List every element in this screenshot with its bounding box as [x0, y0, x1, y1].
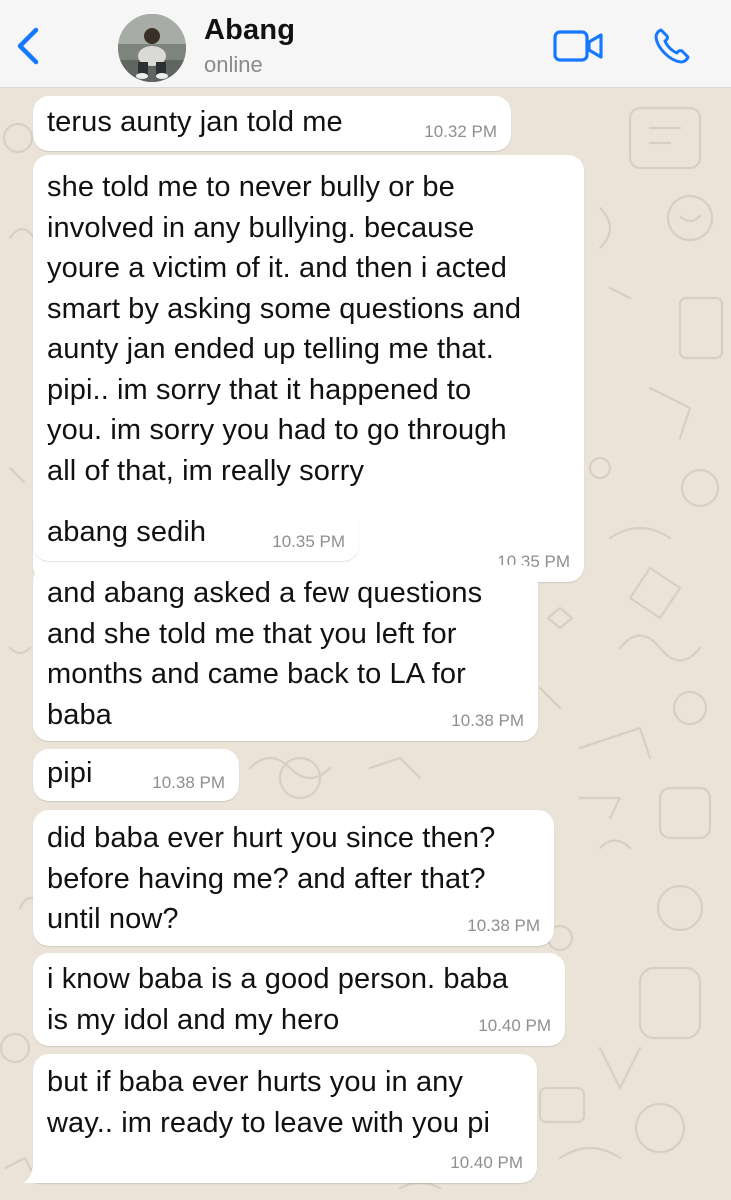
- message-text: i know baba is a good person. baba is my…: [47, 963, 509, 1036]
- contact-status: online: [204, 52, 263, 77]
- message-bubble-5[interactable]: pipi 10.38 PM: [33, 749, 239, 801]
- avatar[interactable]: [118, 14, 186, 82]
- message-bubble-6[interactable]: did baba ever hurt you since then? befor…: [33, 810, 554, 946]
- message-bubble-1[interactable]: terus aunty jan told me 10.32 PM: [33, 96, 511, 151]
- contact-name[interactable]: Abang: [204, 14, 295, 47]
- message-timestamp: 10.40 PM: [478, 1016, 551, 1035]
- video-call-button[interactable]: [553, 28, 605, 64]
- phone-icon: [654, 28, 690, 64]
- chevron-left-icon: [17, 27, 39, 65]
- video-camera-icon: [553, 30, 603, 62]
- back-button[interactable]: [14, 26, 44, 66]
- message-text: did baba ever hurt you since then? befor…: [47, 822, 496, 935]
- message-timestamp: 10.40 PM: [450, 1153, 523, 1172]
- voice-call-button[interactable]: [652, 26, 692, 66]
- message-bubble-4[interactable]: and abang asked a few questions and she …: [33, 565, 538, 741]
- message-timestamp: 10.35 PM: [272, 532, 345, 551]
- message-bubble-3[interactable]: abang sedih 10.35 PM: [33, 506, 359, 561]
- message-text: she told me to never bully or be involve…: [47, 171, 522, 487]
- chat-header: Abang online: [0, 0, 731, 88]
- message-timestamp: 10.38 PM: [152, 773, 225, 792]
- message-bubble-7[interactable]: i know baba is a good person. baba is my…: [33, 953, 565, 1046]
- chat-area[interactable]: terus aunty jan told me 10.32 PM she tol…: [0, 88, 731, 1200]
- message-timestamp: 10.32 PM: [424, 122, 497, 141]
- bubble-tail: [22, 1161, 44, 1183]
- message-bubble-8[interactable]: but if baba ever hurts you in any way.. …: [33, 1054, 537, 1183]
- message-timestamp: 10.38 PM: [467, 916, 540, 935]
- avatar-photo: [118, 14, 186, 82]
- message-text: but if baba ever hurts you in any way.. …: [47, 1066, 490, 1139]
- message-timestamp: 10.38 PM: [451, 711, 524, 730]
